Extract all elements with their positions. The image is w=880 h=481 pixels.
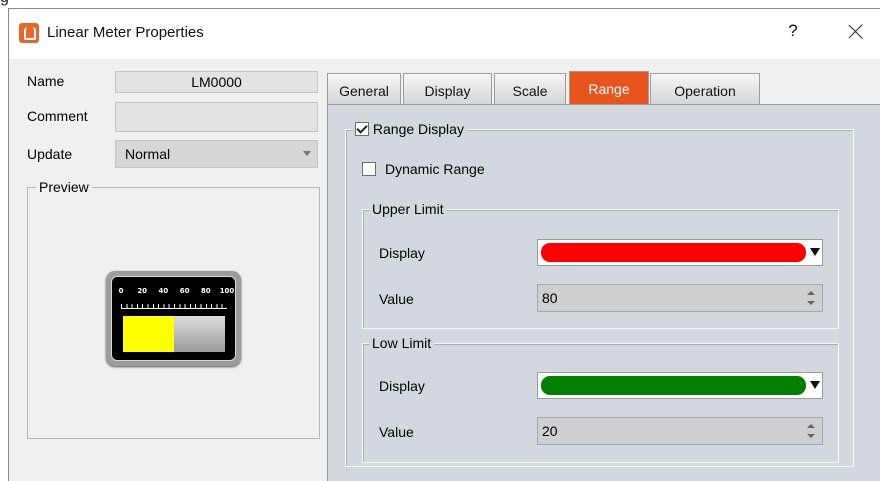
dynamic-range-label: Dynamic Range: [385, 161, 485, 177]
meter-tick-label: 80: [200, 287, 211, 295]
meter-ruler: [121, 301, 227, 309]
background-window-sliver: g: [0, 0, 880, 8]
range-display-group: Range Display Dynamic Range Upper Limit …: [345, 121, 854, 467]
dialog-window: Linear Meter Properties ? Name LM0000 Co…: [8, 8, 880, 481]
dropdown-arrow-icon: [810, 381, 820, 389]
low-display-label: Display: [379, 378, 425, 394]
upper-display-label: Display: [379, 245, 425, 261]
low-value-input[interactable]: 20: [537, 417, 823, 445]
update-select-value: Normal: [125, 146, 171, 162]
tab-range[interactable]: Range: [569, 71, 649, 105]
dynamic-range-checkbox[interactable]: [362, 162, 376, 176]
tab-general[interactable]: General: [327, 73, 401, 105]
meter-tick-label: 0: [118, 287, 124, 295]
meter-fill-bar: [123, 316, 174, 352]
title-bar: Linear Meter Properties ?: [9, 9, 880, 59]
tab-scale[interactable]: Scale: [494, 73, 566, 105]
chevron-down-icon: [303, 151, 311, 156]
low-limit-group: Low Limit Display Value 20: [362, 335, 839, 463]
name-field[interactable]: LM0000: [115, 71, 318, 93]
preview-legend: Preview: [36, 179, 92, 195]
spinner-arrows-icon[interactable]: [807, 291, 815, 305]
meter-tick-labels: 0 20 40 60 80 100: [118, 287, 235, 299]
low-color-swatch: [541, 376, 806, 395]
upper-value-label: Value: [379, 291, 414, 307]
range-display-legend: Range Display: [352, 121, 467, 137]
update-select[interactable]: Normal: [115, 140, 318, 168]
app-icon: [19, 23, 39, 43]
upper-color-swatch: [541, 243, 806, 262]
meter-empty-bar: [174, 316, 225, 352]
upper-limit-group: Upper Limit Display Value 80: [362, 201, 839, 329]
upper-value-input[interactable]: 80: [537, 284, 823, 312]
update-label: Update: [27, 146, 73, 162]
low-value-text: 20: [542, 423, 558, 439]
meter-tick-label: 60: [179, 287, 190, 295]
tab-display[interactable]: Display: [403, 73, 492, 105]
window-title: Linear Meter Properties: [47, 24, 204, 41]
linear-meter-preview: 0 20 40 60 80 100: [106, 271, 241, 366]
tab-operation[interactable]: Operation: [650, 73, 760, 105]
range-tab-panel: Range Display Dynamic Range Upper Limit …: [327, 104, 880, 481]
meter-tick-label: 20: [137, 287, 148, 295]
comment-field[interactable]: [115, 102, 318, 132]
preview-group: Preview 0 20 40 60 80 100: [27, 179, 320, 439]
meter-tick-label: 40: [158, 287, 169, 295]
low-limit-legend: Low Limit: [369, 335, 435, 351]
help-button[interactable]: ?: [780, 21, 806, 45]
low-value-label: Value: [379, 424, 414, 440]
close-icon[interactable]: [843, 19, 869, 45]
range-display-label: Range Display: [372, 121, 464, 137]
upper-value-text: 80: [542, 290, 558, 306]
upper-limit-legend: Upper Limit: [369, 201, 447, 217]
dropdown-arrow-icon: [810, 248, 820, 256]
background-text-fragment: g: [0, 0, 9, 7]
upper-color-picker[interactable]: [537, 239, 823, 266]
spinner-arrows-icon[interactable]: [807, 424, 815, 438]
low-color-picker[interactable]: [537, 372, 823, 399]
meter-face: 0 20 40 60 80 100: [111, 276, 236, 361]
meter-tick-label: 100: [219, 287, 235, 295]
range-display-checkbox[interactable]: [355, 122, 369, 136]
comment-label: Comment: [27, 108, 88, 124]
name-label: Name: [27, 73, 65, 89]
